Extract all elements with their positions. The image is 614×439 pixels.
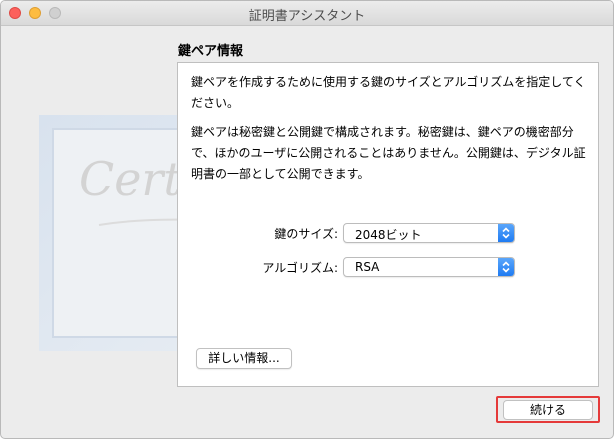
key-size-select[interactable]: 2048ビット [343, 223, 515, 243]
more-info-button[interactable]: 詳しい情報... [196, 348, 292, 369]
select-arrows-icon [498, 258, 514, 276]
algorithm-select[interactable]: RSA [343, 257, 515, 277]
window-title: 証明書アシスタント [248, 9, 366, 24]
algorithm-label: アルゴリズム: [262, 261, 338, 275]
description-key-pair: 鍵ペアは秘密鍵と公開鍵で構成されます。秘密鍵は、鍵ペアの機密部分で、ほかのユーザ… [191, 125, 586, 181]
key-size-label: 鍵のサイズ: [274, 227, 338, 241]
key-size-value: 2048ビット [355, 228, 422, 242]
select-arrows-icon [498, 224, 514, 242]
description-key-size: 鍵ペアを作成するために使用する鍵のサイズとアルゴリズムを指定してください。 [191, 75, 586, 110]
key-pair-panel: 鍵ペアを作成するために使用する鍵のサイズとアルゴリズムを指定してください。 鍵ペ… [177, 62, 599, 387]
section-title: 鍵ペア情報 [178, 44, 244, 59]
certificate-assistant-window: 証明書アシスタント Certificate 鍵ペア情報 鍵ペアを作成するために使… [0, 0, 614, 439]
title-bar: 証明書アシスタント [1, 1, 613, 26]
algorithm-value: RSA [355, 260, 380, 274]
continue-button[interactable]: 続ける [503, 400, 593, 420]
